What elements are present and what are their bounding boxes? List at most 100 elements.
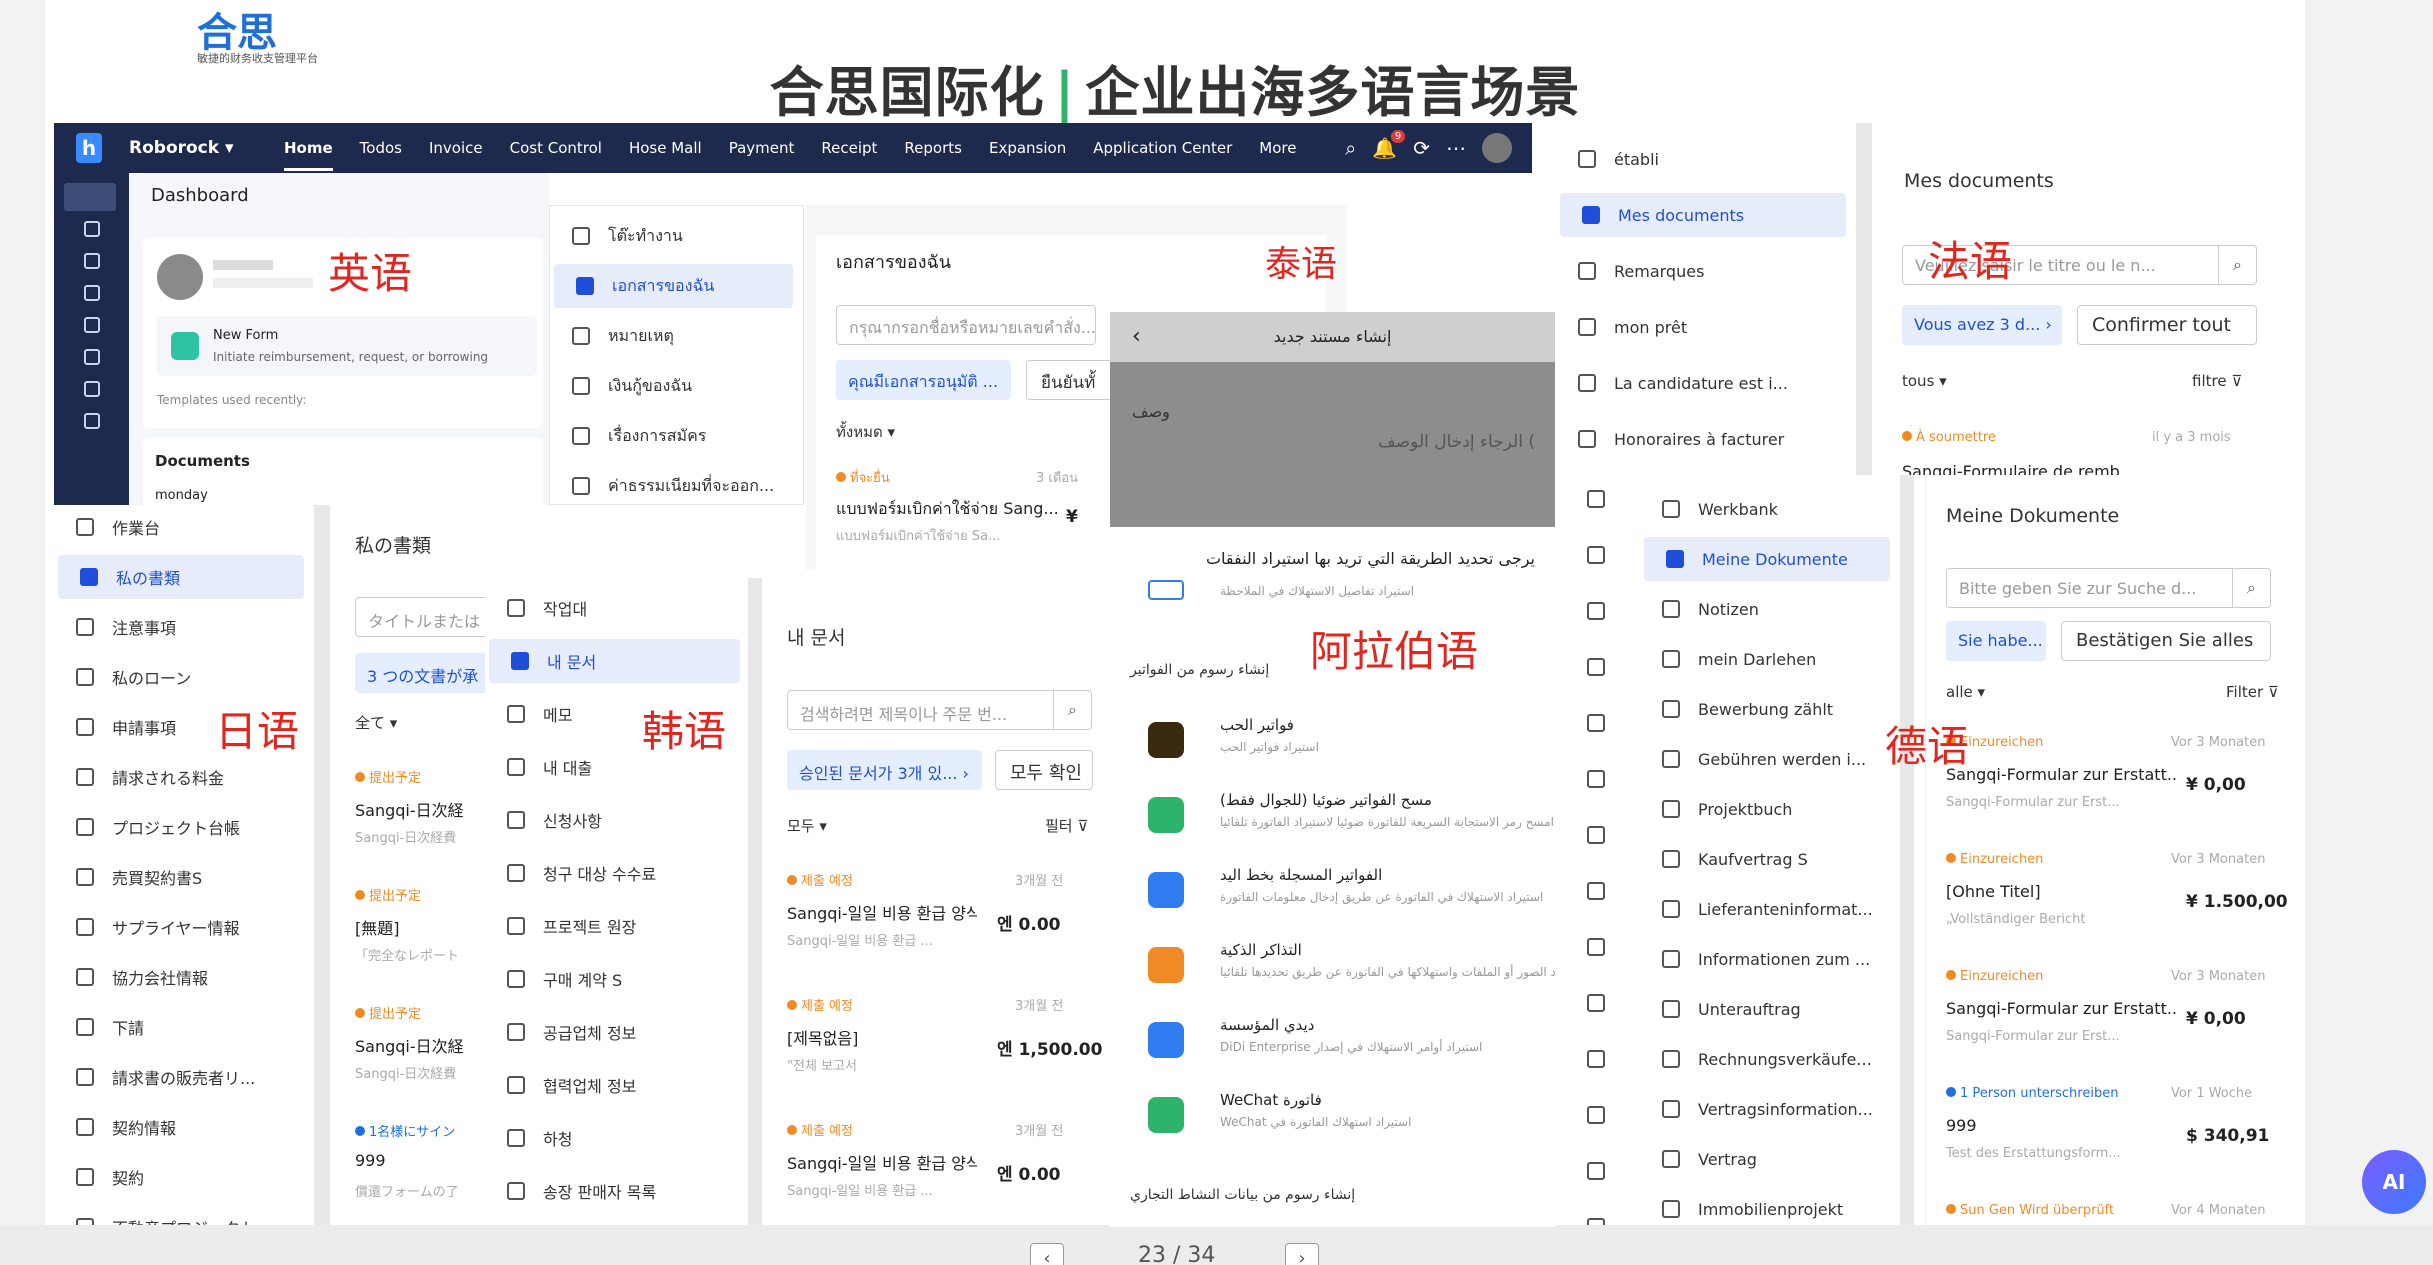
german-rail-icon[interactable] — [1587, 882, 1605, 900]
back-icon[interactable]: ‹ — [1132, 312, 1141, 362]
th-menu-item[interactable]: หมายเหตุ — [550, 314, 803, 358]
de-menu-item[interactable]: Projektbuch — [1640, 787, 1900, 831]
ja-menu-item[interactable]: 協力会社情報 — [54, 955, 314, 999]
nav-item-reports[interactable]: Reports — [904, 139, 962, 157]
german-rail-icon[interactable] — [1587, 826, 1605, 844]
nav-item-todos[interactable]: Todos — [360, 139, 402, 157]
german-confirm-all[interactable]: Bestätigen Sie alles — [2061, 621, 2271, 661]
german-rail-icon[interactable] — [1587, 1106, 1605, 1124]
search-icon[interactable]: ⌕ — [2232, 569, 2270, 607]
ja-menu-item[interactable]: 私のローン — [54, 655, 314, 699]
th-menu-item[interactable]: เอกสารของฉัน — [554, 264, 793, 308]
arabic-import-option[interactable]: التذاكر الذكية استيراد الصور أو الملفات و… — [1140, 937, 1555, 1007]
de-menu-item[interactable]: Bewerbung zählt — [1640, 687, 1900, 731]
ja-menu-item[interactable]: プロジェクト台帳 — [54, 805, 314, 849]
search-icon[interactable]: ⌕ — [1345, 136, 1356, 160]
ko-menu-item[interactable]: 작업대 — [485, 586, 750, 630]
japanese-filter[interactable]: 全て ▾ — [355, 712, 397, 733]
german-rail-icon[interactable] — [1587, 714, 1605, 732]
arabic-top-row[interactable]: استيراد تفاصيل الاستهلاك في الملاحظة — [1140, 572, 1535, 612]
sidebar-apply-icon[interactable] — [84, 317, 100, 333]
german-filter[interactable]: Filter ⊽ — [2226, 683, 2279, 701]
sidebar-fee-icon[interactable] — [84, 349, 100, 365]
new-form-card[interactable]: New Form Initiate reimbursement, request… — [157, 316, 537, 376]
arabic-import-option[interactable]: ديدي المؤسسة DiDi Enterprise استيراد أوام… — [1140, 1012, 1535, 1082]
fr-menu-item[interactable]: établi — [1556, 137, 1856, 181]
de-menu-item[interactable]: Werkbank — [1640, 487, 1900, 531]
german-filter-all[interactable]: alle ▾ — [1946, 683, 1985, 701]
search-icon[interactable]: ⌕ — [2218, 246, 2256, 284]
ko-menu-item[interactable]: 내 문서 — [489, 639, 740, 683]
next-page-button[interactable]: › — [1285, 1243, 1319, 1265]
korean-confirm-all[interactable]: 모두 확인 — [995, 750, 1093, 790]
nav-item-more[interactable]: More — [1259, 139, 1296, 157]
arabic-import-option[interactable]: مسح الفواتير ضوئيا (للجوال فقط) امسح رمز … — [1140, 787, 1554, 857]
fr-menu-item[interactable]: La candidature est i... — [1556, 361, 1856, 405]
thai-pending-pill[interactable]: คุณมีเอกสารอนุมัติ ... — [836, 360, 1011, 400]
german-rail-icon[interactable] — [1587, 770, 1605, 788]
help-icon[interactable]: ⟳ — [1413, 136, 1430, 160]
nav-item-invoice[interactable]: Invoice — [429, 139, 483, 157]
de-menu-item[interactable]: Kaufvertrag S — [1640, 837, 1900, 881]
nav-item-cost-control[interactable]: Cost Control — [510, 139, 602, 157]
th-menu-item[interactable]: เรื่องการสมัคร — [550, 414, 803, 458]
de-menu-item[interactable]: Rechnungsverkäufe... — [1640, 1037, 1900, 1081]
de-menu-item[interactable]: Vertrag — [1640, 1137, 1900, 1181]
sidebar-home-icon[interactable] — [64, 183, 116, 211]
nav-item-receipt[interactable]: Receipt — [821, 139, 877, 157]
arabic-import-option[interactable]: WeChat فاتورة WeChat استيراد استهلاك الفا… — [1140, 1087, 1535, 1157]
ko-menu-item[interactable]: 하청 — [485, 1116, 750, 1160]
french-scrollbar[interactable] — [1856, 123, 1872, 475]
ai-assistant-button[interactable]: AI — [2362, 1150, 2426, 1214]
th-menu-item[interactable]: โต๊ะทำงาน — [550, 214, 803, 258]
german-rail-icon[interactable] — [1587, 938, 1605, 956]
ja-menu-item[interactable]: 契約情報 — [54, 1105, 314, 1149]
fr-menu-item[interactable]: Honoraires à facturer — [1556, 417, 1856, 461]
ja-menu-item[interactable]: 請求される料金 — [54, 755, 314, 799]
korean-search-input[interactable]: 검색하려면 제목이나 주문 번... ⌕ — [787, 690, 1092, 730]
german-search-input[interactable]: Bitte geben Sie zur Suche d... ⌕ — [1946, 568, 2271, 608]
org-switcher[interactable]: Roborock ▾ — [129, 138, 234, 158]
de-menu-item[interactable]: mein Darlehen — [1640, 637, 1900, 681]
ja-menu-item[interactable]: 不動産プロジェクト — [54, 1205, 314, 1225]
german-rail-icon[interactable] — [1587, 546, 1605, 564]
ja-menu-item[interactable]: 下請 — [54, 1005, 314, 1049]
japanese-pending-pill[interactable]: 3 つの文書が承 — [355, 653, 485, 693]
sidebar-doc-icon[interactable] — [84, 221, 100, 237]
arabic-desc-input[interactable]: الرجاء إدخال الوصف ( — [1378, 432, 1535, 452]
ko-menu-item[interactable]: 프로젝트 원장 — [485, 904, 750, 948]
ko-menu-item[interactable]: 구매 계약 S — [485, 957, 750, 1001]
japanese-search-input[interactable]: タイトルまたは — [355, 597, 485, 637]
nav-item-home[interactable]: Home — [284, 126, 333, 171]
french-pending-pill[interactable]: Vous avez 3 d... › — [1902, 305, 2062, 345]
nav-item-payment[interactable]: Payment — [729, 139, 795, 157]
german-pending-pill[interactable]: Sie habe... › — [1946, 621, 2046, 661]
german-rail-icon[interactable] — [1587, 1050, 1605, 1068]
german-scrollbar[interactable] — [1900, 475, 1914, 1225]
thai-confirm-all[interactable]: ยืนยันทั้ — [1026, 360, 1116, 400]
ko-menu-item[interactable]: 신청사항 — [485, 798, 750, 842]
de-menu-item[interactable]: Immobilienprojekt — [1640, 1187, 1900, 1225]
th-menu-item[interactable]: เงินกู้ของฉัน — [550, 364, 803, 408]
de-menu-item[interactable]: Notizen — [1640, 587, 1900, 631]
arabic-import-option[interactable]: الفواتير المسجلة بخط اليد استيراد الاستهل… — [1140, 862, 1543, 932]
sidebar-loan-icon[interactable] — [84, 285, 100, 301]
thai-filter[interactable]: ทั้งหมด ▾ — [836, 420, 895, 444]
ko-menu-item[interactable]: 송장 판매자 목록 — [485, 1169, 750, 1213]
de-menu-item[interactable]: Gebühren werden i... — [1640, 737, 1900, 781]
nav-item-hose-mall[interactable]: Hose Mall — [629, 139, 702, 157]
sidebar-note-icon[interactable] — [84, 253, 100, 269]
korean-filter-all[interactable]: 모두 ▾ — [787, 815, 827, 836]
korean-scrollbar[interactable] — [748, 578, 762, 1225]
sidebar-project-icon[interactable] — [84, 381, 100, 397]
ja-menu-item[interactable]: 注意事項 — [54, 605, 314, 649]
ja-menu-item[interactable]: 売買契約書S — [54, 855, 314, 899]
german-rail-icon[interactable] — [1587, 994, 1605, 1012]
de-menu-item[interactable]: Unterauftrag — [1640, 987, 1900, 1031]
fr-menu-item[interactable]: mon prêt — [1556, 305, 1856, 349]
german-rail-icon[interactable] — [1587, 490, 1605, 508]
german-rail-icon[interactable] — [1587, 1162, 1605, 1180]
ko-menu-item[interactable]: 협력업체 정보 — [485, 1063, 750, 1107]
ja-menu-item[interactable]: 請求書の販売者リ... — [54, 1055, 314, 1099]
prev-page-button[interactable]: ‹ — [1030, 1243, 1064, 1265]
